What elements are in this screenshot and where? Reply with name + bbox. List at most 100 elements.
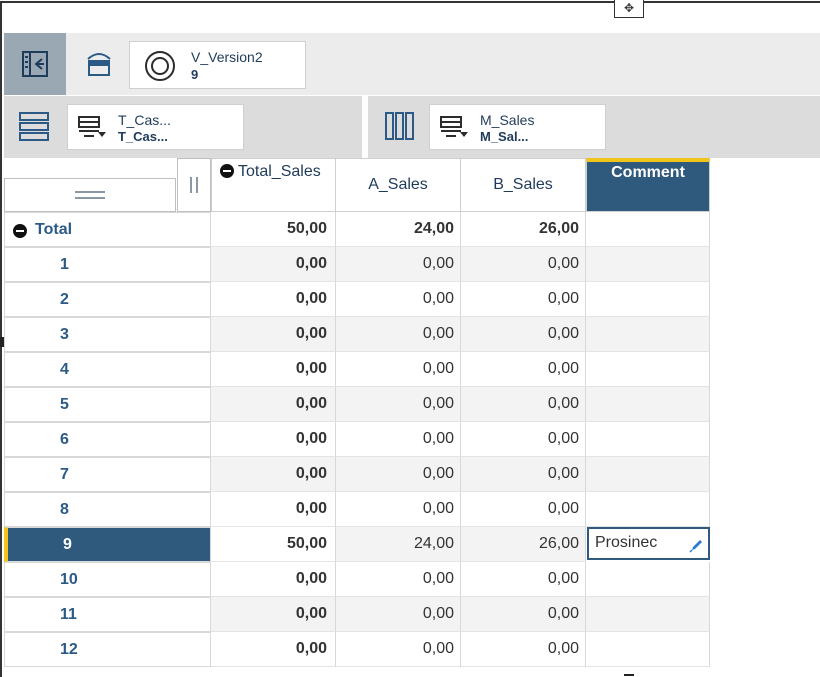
cell-total-sales[interactable]: 0,00 [211, 317, 336, 352]
pause-icon [190, 177, 198, 193]
cell-a-sales[interactable]: 24,00 [336, 527, 461, 562]
cell-a-sales[interactable]: 0,00 [336, 247, 461, 282]
row-label: 2 [60, 291, 69, 308]
row-header[interactable]: 8 [4, 492, 211, 527]
table-row: 7 0,00 0,00 0,00 [4, 457, 710, 492]
row-header[interactable]: 7 [4, 457, 211, 492]
column-dimension-selector[interactable]: M_Sales M_Sal... [429, 104, 606, 150]
row-header[interactable]: 2 [4, 282, 211, 317]
cell-total-sales[interactable]: 0,00 [211, 632, 336, 667]
cell-b-sales[interactable]: 0,00 [461, 352, 586, 387]
cell-b-sales[interactable]: 0,00 [461, 597, 586, 632]
cell-a-sales[interactable]: 0,00 [336, 317, 461, 352]
column-header-b-sales[interactable]: B_Sales [460, 158, 586, 212]
column-header-label: A_Sales [368, 176, 428, 193]
row-header[interactable]: 12 [4, 632, 211, 667]
row-header-total[interactable]: Total [4, 212, 211, 247]
cell-comment[interactable] [586, 317, 710, 352]
cell-b-sales[interactable]: 0,00 [461, 457, 586, 492]
cell-total-sales[interactable]: 0,00 [211, 352, 336, 387]
resize-handle-bottom[interactable] [624, 674, 634, 676]
cell-a-sales[interactable]: 0,00 [336, 352, 461, 387]
cell-comment[interactable] [586, 422, 710, 457]
cell-a-sales[interactable]: 0,00 [336, 562, 461, 597]
table-row: 3 0,00 0,00 0,00 [4, 317, 710, 352]
cell-comment[interactable] [586, 632, 710, 667]
move-handle-icon[interactable]: ✥ [614, 0, 644, 18]
cell-total-sales[interactable]: 50,00 [211, 527, 336, 562]
cell-comment-editing[interactable]: Prosinec [587, 527, 710, 560]
cell-total-sales[interactable]: 0,00 [211, 387, 336, 422]
cell-comment[interactable] [586, 247, 710, 282]
row-header[interactable]: 6 [4, 422, 211, 457]
cell-total-sales[interactable]: 0,00 [211, 282, 336, 317]
cell-b-sales[interactable]: 0,00 [461, 282, 586, 317]
row-label: 4 [60, 361, 69, 378]
cell-total-sales[interactable]: 0,00 [211, 457, 336, 492]
column-header-total-sales[interactable]: Total_Sales [211, 158, 336, 212]
table-row: 8 0,00 0,00 0,00 [4, 492, 710, 527]
row-header[interactable]: 10 [4, 562, 211, 597]
row-header[interactable]: 11 [4, 597, 211, 632]
column-header-a-sales[interactable]: A_Sales [335, 158, 461, 212]
table-row: 4 0,00 0,00 0,00 [4, 352, 710, 387]
table-row: 2 0,00 0,00 0,00 [4, 282, 710, 317]
row-header[interactable]: 5 [4, 387, 211, 422]
view-toggle-button[interactable] [68, 33, 130, 95]
cell-comment[interactable] [586, 457, 710, 492]
cell-total-sales[interactable]: 0,00 [211, 422, 336, 457]
cell-b-sales[interactable]: 0,00 [461, 632, 586, 667]
cell-comment[interactable] [586, 597, 710, 632]
collapse-minus-icon[interactable] [220, 164, 234, 178]
cell-comment[interactable] [586, 282, 710, 317]
row-header[interactable]: 4 [4, 352, 211, 387]
cell-total-sales[interactable]: 0,00 [211, 247, 336, 282]
cell-b-sales[interactable]: 0,00 [461, 562, 586, 597]
cell-comment[interactable] [586, 212, 710, 247]
cell-a-sales[interactable]: 0,00 [336, 282, 461, 317]
target-circle-icon [145, 51, 175, 81]
cell-b-sales[interactable]: 0,00 [461, 317, 586, 352]
cell-comment[interactable] [586, 387, 710, 422]
cell-comment[interactable] [586, 492, 710, 527]
cell-comment[interactable] [586, 352, 710, 387]
table-row: 11 0,00 0,00 0,00 [4, 597, 710, 632]
cell-a-sales[interactable]: 0,00 [336, 632, 461, 667]
version-selector[interactable]: V_Version2 9 [129, 41, 306, 89]
column-header-comment[interactable]: Comment [586, 158, 710, 212]
row-label: 9 [63, 536, 72, 553]
cell-b-sales[interactable]: 0,00 [461, 247, 586, 282]
row-dimension-selector[interactable]: T_Cas... T_Cas... [67, 104, 244, 150]
cell-b-sales[interactable]: 26,00 [461, 212, 586, 247]
cell-total-sales[interactable]: 0,00 [211, 492, 336, 527]
pencil-edit-icon[interactable] [689, 537, 705, 553]
collapse-panel-button[interactable] [4, 33, 66, 95]
cell-b-sales[interactable]: 0,00 [461, 387, 586, 422]
cell-total-sales[interactable]: 0,00 [211, 562, 336, 597]
row-label: 6 [60, 431, 69, 448]
row-label: 12 [60, 641, 78, 658]
cell-a-sales[interactable]: 0,00 [336, 597, 461, 632]
row-header[interactable]: 9 [4, 527, 211, 562]
cell-a-sales[interactable]: 0,00 [336, 387, 461, 422]
row-header[interactable]: 1 [4, 247, 211, 282]
row-header[interactable]: 3 [4, 317, 211, 352]
freeze-panes-button[interactable] [177, 158, 211, 212]
toolbar: V_Version2 9 [4, 33, 820, 95]
cell-b-sales[interactable]: 0,00 [461, 492, 586, 527]
collapse-minus-icon[interactable] [13, 224, 27, 238]
dimension-bar: T_Cas... T_Cas... M_Sales M_Sal... [4, 96, 820, 158]
cell-a-sales[interactable]: 0,00 [336, 492, 461, 527]
cell-b-sales[interactable]: 0,00 [461, 422, 586, 457]
cell-total-sales[interactable]: 50,00 [211, 212, 336, 247]
cell-a-sales[interactable]: 0,00 [336, 422, 461, 457]
cell-total-sales[interactable]: 0,00 [211, 597, 336, 632]
cell-a-sales[interactable]: 24,00 [336, 212, 461, 247]
table-row: 6 0,00 0,00 0,00 [4, 422, 710, 457]
dimension-divider [362, 96, 368, 158]
cell-comment[interactable] [586, 562, 710, 597]
grid-corner-handle[interactable] [4, 178, 176, 212]
cell-b-sales[interactable]: 26,00 [461, 527, 586, 562]
cell-a-sales[interactable]: 0,00 [336, 457, 461, 492]
row-label: 1 [60, 256, 69, 273]
